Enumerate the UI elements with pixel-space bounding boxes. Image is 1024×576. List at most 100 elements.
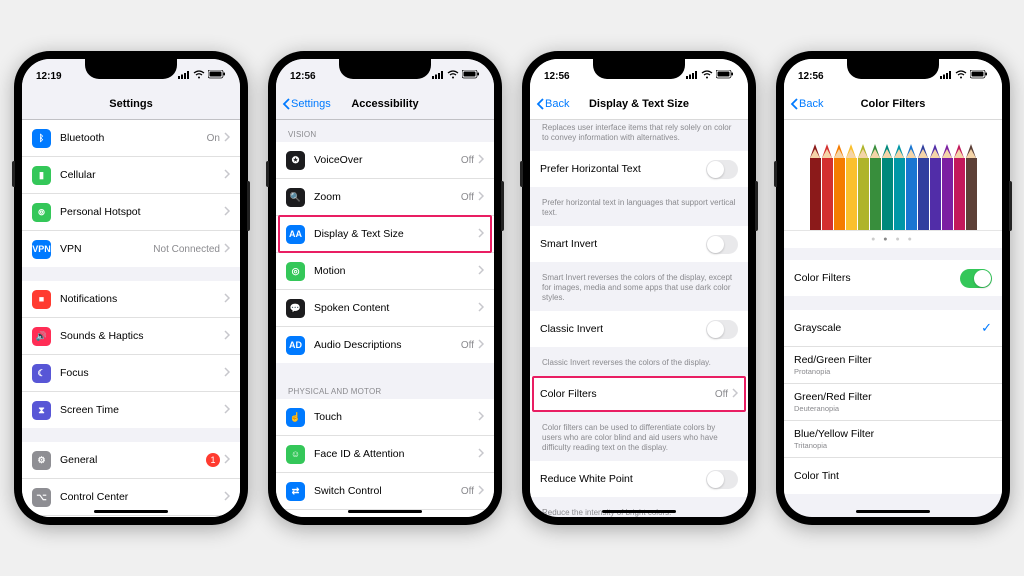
settings-row[interactable]: AADisplay & Text Size <box>276 216 494 253</box>
toggle[interactable] <box>706 160 738 179</box>
filter-option[interactable]: Color Tint <box>784 458 1002 494</box>
settings-row[interactable]: ⊚Personal Hotspot <box>22 194 240 231</box>
value: On <box>207 133 220 144</box>
footer-text: Smart Invert reverses the colors of the … <box>530 270 748 311</box>
back-button[interactable]: Settings <box>282 98 331 110</box>
color-pencils-preview[interactable] <box>784 120 1002 231</box>
battery-icon <box>208 70 226 82</box>
toggle[interactable] <box>706 470 738 489</box>
settings-row[interactable]: AADisplay & Brightness <box>22 516 240 517</box>
screentime-icon: ⧗ <box>32 401 51 420</box>
row-label: Motion <box>314 265 478 277</box>
settings-row[interactable]: ☾Focus <box>22 355 240 392</box>
switch-icon: ⇄ <box>286 482 305 501</box>
color-filters-content[interactable]: ● ● ● ● Color Filters Grayscale✓Red/Gree… <box>784 120 1002 517</box>
settings-row[interactable]: ADAudio DescriptionsOff <box>276 327 494 363</box>
row-label: General <box>60 454 206 466</box>
chevron-right-icon <box>478 339 484 352</box>
option-subtitle: Tritanopia <box>794 441 992 450</box>
row-label: Switch Control <box>314 485 461 497</box>
status-icons <box>940 70 988 82</box>
back-button[interactable]: Back <box>536 98 569 110</box>
option-label: Blue/Yellow Filter <box>794 428 992 440</box>
notch <box>847 59 939 79</box>
settings-row[interactable]: ⧗Screen Time <box>22 392 240 428</box>
settings-row[interactable]: 💬Spoken Content <box>276 290 494 327</box>
phone-settings: 12:19 Settings ᛒBluetoothOn▮Cellular⊚Per… <box>14 51 248 525</box>
chevron-right-icon <box>224 404 230 417</box>
time: 12:56 <box>544 71 570 82</box>
display-text-content[interactable]: Replaces user interface items that rely … <box>530 120 748 517</box>
battery-icon <box>716 70 734 82</box>
badge: 1 <box>206 453 220 467</box>
settings-row[interactable]: 🔍ZoomOff <box>276 179 494 216</box>
back-button[interactable]: Back <box>790 98 823 110</box>
row-label: Display & Text Size <box>314 228 478 240</box>
settings-content[interactable]: ᛒBluetoothOn▮Cellular⊚Personal HotspotVP… <box>22 120 240 517</box>
cellular-icon: ▮ <box>32 166 51 185</box>
section-header: PHYSICAL AND MOTOR <box>276 377 494 399</box>
row-prefer-horizontal[interactable]: Prefer Horizontal Text <box>530 151 748 187</box>
settings-row[interactable]: ᛒBluetoothOn <box>22 120 240 157</box>
status-icons <box>178 70 226 82</box>
home-indicator[interactable] <box>856 510 930 514</box>
row-color-filters-toggle[interactable]: Color Filters <box>784 260 1002 296</box>
row-classic-invert[interactable]: Classic Invert <box>530 311 748 347</box>
signal-icon <box>432 71 444 82</box>
faceid2-icon: ☺ <box>286 445 305 464</box>
page-title: Settings <box>109 98 152 110</box>
settings-row[interactable]: ✪VoiceOverOff <box>276 142 494 179</box>
nav-bar: Settings <box>22 89 240 120</box>
focus-icon: ☾ <box>32 364 51 383</box>
home-indicator[interactable] <box>94 510 168 514</box>
chevron-right-icon <box>224 206 230 219</box>
settings-row[interactable]: ▮Cellular <box>22 157 240 194</box>
pencil <box>870 135 881 230</box>
chevron-right-icon <box>478 191 484 204</box>
filter-option[interactable]: Green/Red FilterDeuteranopia <box>784 384 1002 421</box>
toggle[interactable] <box>960 269 992 288</box>
pencil <box>930 135 941 230</box>
chevron-right-icon <box>478 411 484 424</box>
phone-display-text-size: 12:56 Back Display & Text Size Replaces … <box>522 51 756 525</box>
phone-accessibility: 12:56 Settings Accessibility VISION✪Voic… <box>268 51 502 525</box>
chevron-right-icon <box>478 302 484 315</box>
settings-row[interactable]: ⚙ General1 <box>22 442 240 479</box>
toggle[interactable] <box>706 320 738 339</box>
settings-row[interactable]: VPNVPNNot Connected <box>22 231 240 267</box>
settings-row[interactable]: ☝Touch <box>276 399 494 436</box>
settings-row[interactable]: ☺Face ID & Attention <box>276 436 494 473</box>
footer-text: Color filters can be used to differentia… <box>530 420 748 461</box>
accessibility-content[interactable]: VISION✪VoiceOverOff🔍ZoomOffAADisplay & T… <box>276 120 494 517</box>
row-color-filters[interactable]: Color FiltersOff <box>530 376 748 412</box>
settings-row[interactable]: ■Notifications <box>22 281 240 318</box>
filter-option[interactable]: Blue/Yellow FilterTritanopia <box>784 421 1002 458</box>
filter-option[interactable]: Grayscale✓ <box>784 310 1002 347</box>
settings-row[interactable]: 🔊Sounds & Haptics <box>22 318 240 355</box>
value: Off <box>461 155 474 166</box>
option-subtitle: Deuteranopia <box>794 404 992 413</box>
pencil <box>894 135 905 230</box>
settings-row[interactable]: ◎Motion <box>276 253 494 290</box>
pencil <box>846 135 857 230</box>
settings-row[interactable]: ⇄Switch ControlOff <box>276 473 494 510</box>
footer-text: Prefer horizontal text in languages that… <box>530 195 748 226</box>
home-indicator[interactable] <box>348 510 422 514</box>
page-dots[interactable]: ● ● ● ● <box>784 231 1002 248</box>
time: 12:56 <box>798 71 824 82</box>
row-reduce-white-point[interactable]: Reduce White Point <box>530 461 748 497</box>
home-indicator[interactable] <box>602 510 676 514</box>
toggle[interactable] <box>706 235 738 254</box>
pencil <box>858 135 869 230</box>
filter-option[interactable]: Red/Green FilterProtanopia <box>784 347 1002 384</box>
chevron-right-icon <box>224 491 230 504</box>
general-icon: ⚙ <box>32 451 51 470</box>
status-icons <box>686 70 734 82</box>
vpn-icon: VPN <box>32 240 51 259</box>
chevron-right-icon <box>478 228 484 241</box>
sound-icon: 🔊 <box>32 327 51 346</box>
phone-color-filters: 12:56 Back Color Filters ● ● ● ● Color F… <box>776 51 1010 525</box>
chevron-right-icon <box>224 169 230 182</box>
row-smart-invert[interactable]: Smart Invert <box>530 226 748 262</box>
hotspot-icon: ⊚ <box>32 203 51 222</box>
